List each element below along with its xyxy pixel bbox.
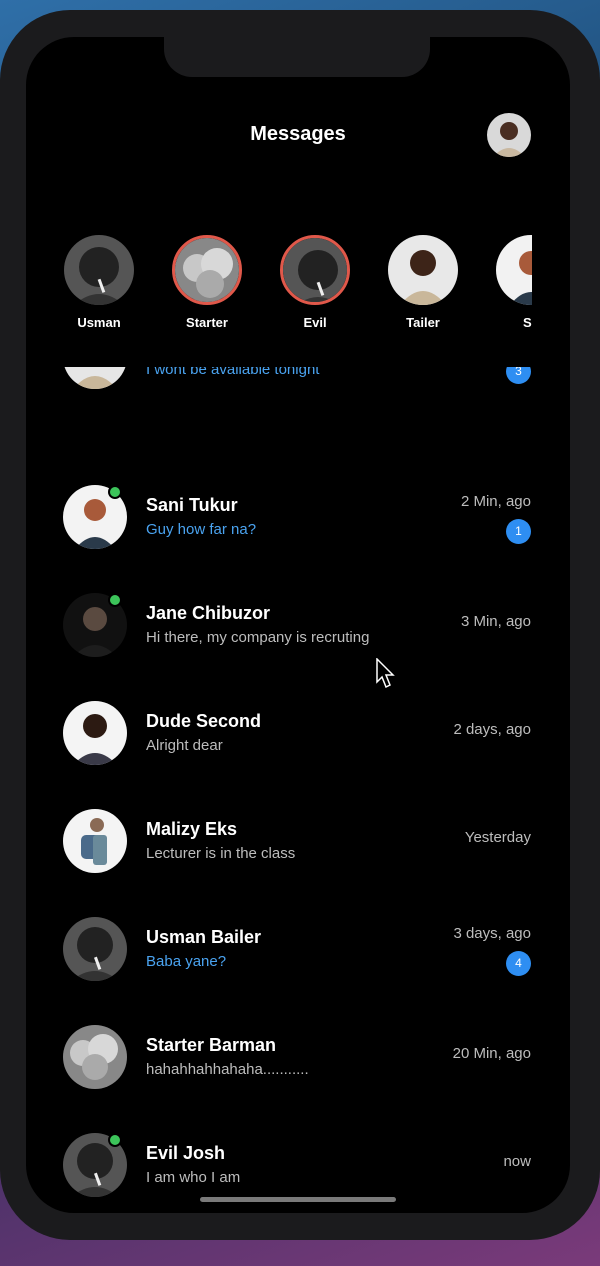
story-label: Usman [77, 315, 121, 330]
conversation-item[interactable]: Starter Barman hahahhahhahaha...........… [26, 1025, 570, 1133]
story-label: Tailer [406, 315, 440, 330]
online-indicator [108, 1133, 122, 1147]
avatar [63, 917, 127, 981]
stories-row: Usman Starter Evil Tailer S [62, 235, 532, 335]
home-indicator[interactable] [200, 1197, 396, 1202]
message-time: 2 Min, ago [460, 493, 531, 510]
message-time: 2 days, ago [453, 721, 531, 738]
online-indicator [108, 485, 122, 499]
message-preview: hahahhahhahaha........... [146, 1061, 309, 1078]
message-time: 20 Min, ago [452, 1045, 531, 1062]
contact-name: Evil Josh [146, 1143, 226, 1163]
contact-name: Dude Second [146, 711, 262, 731]
conversation-item[interactable]: Dude Second Alright dear 2 days, ago [26, 701, 570, 809]
story-label: Evil [303, 315, 327, 330]
message-preview: I am who I am [146, 1169, 241, 1186]
avatar [496, 235, 532, 305]
avatar [172, 235, 242, 305]
contact-name: Malizy Eks [146, 819, 238, 839]
message-preview: Guy how far na? [146, 521, 257, 538]
story-starter[interactable]: Starter [170, 235, 244, 330]
contact-name: Jane Chibuzor [146, 603, 271, 623]
avatar [388, 235, 458, 305]
story-label: Sa [523, 315, 532, 330]
message-preview: Baba yane? [146, 953, 227, 970]
avatar [63, 809, 127, 873]
message-preview: Hi there, my company is recruting [146, 629, 370, 646]
contact-name: Starter Barman [146, 1035, 277, 1055]
conversation-item[interactable]: Usman Bailer Baba yane? 3 days, ago 4 [26, 917, 570, 1025]
avatar [280, 235, 350, 305]
conversation-item[interactable]: Malizy Eks Lecturer is in the class Yest… [26, 809, 570, 917]
contact-name: Usman Bailer [146, 927, 262, 947]
conversation-list: I wont be available tonight 3 Sani Tukur… [26, 367, 570, 1213]
avatar [63, 367, 127, 389]
message-preview: Alright dear [146, 737, 223, 754]
conversation-item[interactable]: Sani Tukur Guy how far na? 2 Min, ago 1 [26, 485, 570, 593]
conversation-item[interactable]: Jane Chibuzor Hi there, my company is re… [26, 593, 570, 701]
story-evil[interactable]: Evil [278, 235, 352, 330]
story-label: Starter [186, 315, 228, 330]
avatar [63, 1025, 127, 1089]
conversation-item[interactable]: I wont be available tonight 3 [26, 367, 570, 433]
message-time: 3 days, ago [453, 925, 531, 942]
avatar [63, 701, 127, 765]
unread-badge: 1 [506, 519, 531, 544]
message-preview: Lecturer is in the class [146, 845, 296, 862]
message-time: 3 Min, ago [460, 613, 531, 630]
online-indicator [108, 593, 122, 607]
profile-avatar[interactable] [487, 113, 531, 157]
story-sa[interactable]: Sa [494, 235, 532, 330]
message-time: now [503, 1153, 531, 1170]
notch [164, 37, 430, 77]
story-usman[interactable]: Usman [62, 235, 136, 330]
unread-badge: 3 [506, 367, 531, 384]
mouse-cursor-icon [376, 658, 395, 689]
contact-name: Sani Tukur [146, 495, 238, 515]
story-tailer[interactable]: Tailer [386, 235, 460, 330]
message-preview: I wont be available tonight [146, 367, 320, 378]
unread-badge: 4 [506, 951, 531, 976]
message-time: Yesterday [464, 829, 531, 846]
messages-screen: Messages Usman Starter Evil Tailer S I w… [26, 37, 570, 1213]
avatar [64, 235, 134, 305]
